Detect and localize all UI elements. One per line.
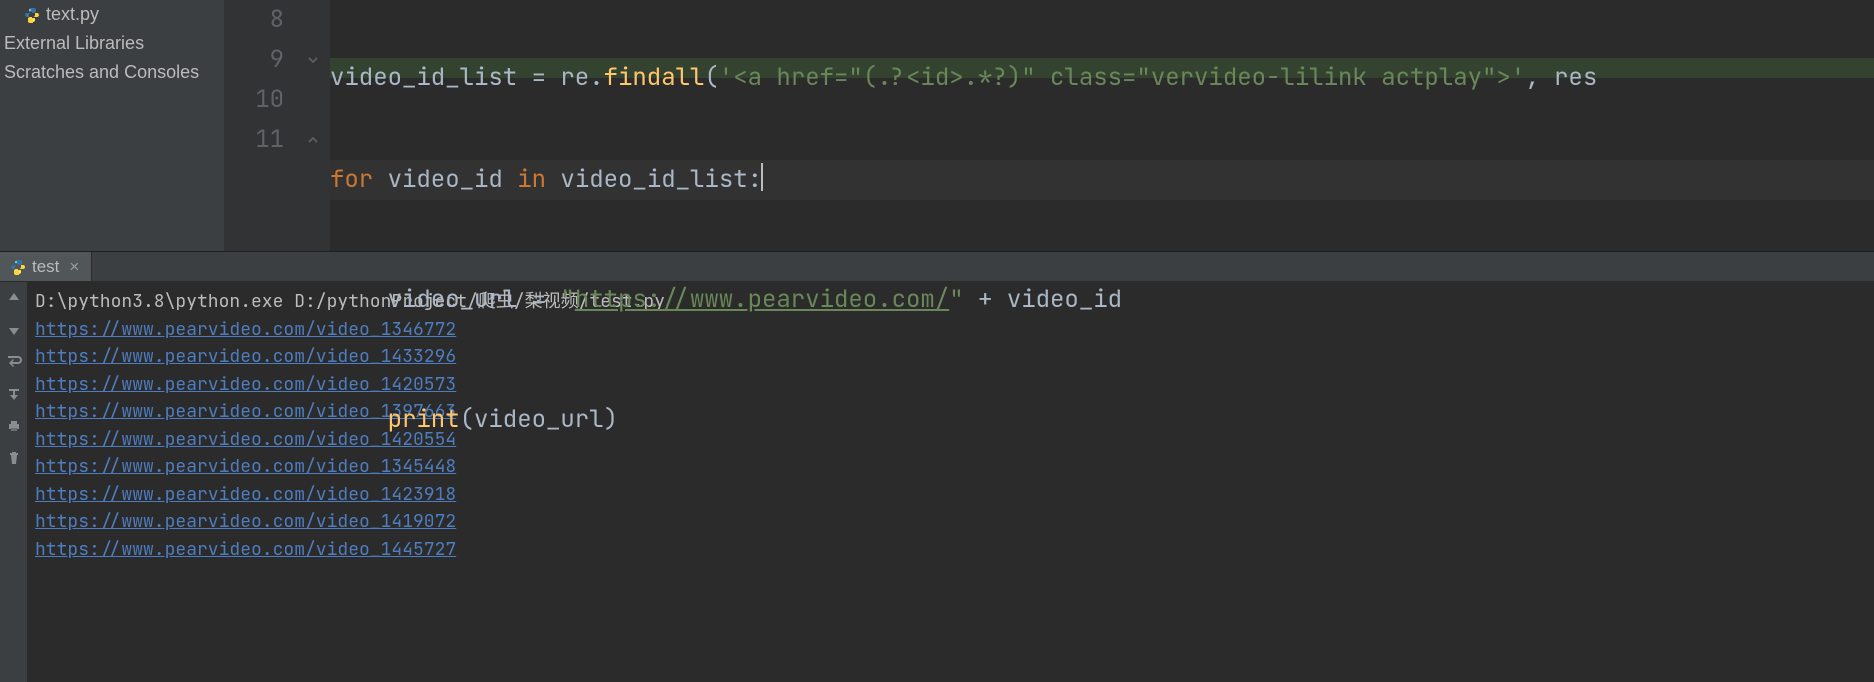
close-icon[interactable]: ×	[65, 257, 79, 277]
caret	[761, 163, 763, 191]
gutter-line-8[interactable]: 8	[225, 0, 330, 40]
sidebar-scratches[interactable]: Scratches and Consoles	[0, 58, 224, 87]
code-line-11[interactable]: print(video_url)	[330, 400, 1874, 440]
sidebar-external-libraries[interactable]: External Libraries	[0, 29, 224, 58]
code-region: 8 8 9 10 11 video_id_list = re.finda	[225, 0, 1874, 520]
trash-icon[interactable]	[2, 446, 26, 470]
fold-open-icon[interactable]	[306, 53, 320, 67]
run-tab-label: test	[32, 257, 59, 277]
gutter-line-10[interactable]: 10	[225, 80, 330, 120]
print-icon[interactable]	[2, 414, 26, 438]
editor-area: 8 8 9 10 11 video_id_list = re.finda	[225, 0, 1874, 251]
code-line-10[interactable]: video_url = "https://www.pearvideo.com/"…	[330, 280, 1874, 320]
python-file-icon	[24, 7, 40, 23]
up-arrow-icon[interactable]	[2, 286, 26, 310]
run-toolbar	[0, 282, 27, 682]
sidebar-file-text-py[interactable]: text.py	[0, 0, 224, 29]
sidebar-file-label: text.py	[46, 4, 99, 25]
code-content[interactable]: video_id_list = re.findall('<a href="(.?…	[330, 0, 1874, 520]
down-arrow-icon[interactable]	[2, 318, 26, 342]
top-area: text.py External Libraries Scratches and…	[0, 0, 1874, 251]
code-line-8[interactable]: video_id_list = re.findall('<a href="(.?…	[330, 58, 1874, 78]
run-tab-test[interactable]: test ×	[0, 252, 92, 281]
console-url-link[interactable]: https://www.pearvideo.com/video_1445727	[35, 538, 456, 561]
gutter-line-11[interactable]: 11	[225, 120, 330, 160]
fold-close-icon[interactable]	[306, 133, 320, 147]
python-run-icon	[10, 259, 26, 275]
sidebar-scratches-label: Scratches and Consoles	[4, 62, 199, 83]
gutter-line-9[interactable]: 9	[225, 40, 330, 80]
sidebar-external-libraries-label: External Libraries	[4, 33, 144, 54]
scroll-to-end-icon[interactable]	[2, 382, 26, 406]
soft-wrap-icon[interactable]	[2, 350, 26, 374]
project-sidebar[interactable]: text.py External Libraries Scratches and…	[0, 0, 225, 251]
code-line-9[interactable]: for video_id in video_id_list:	[330, 160, 1874, 200]
console-line: https://www.pearvideo.com/video_1445727	[35, 536, 1866, 564]
